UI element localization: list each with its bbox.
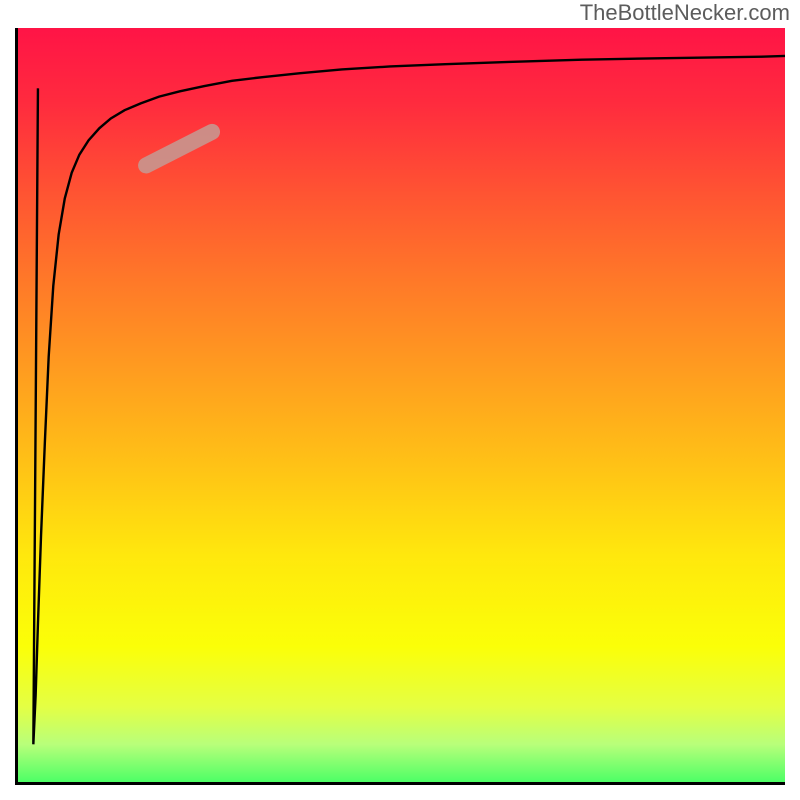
attribution-text: TheBottleNecker.com (580, 0, 790, 26)
x-axis (15, 782, 785, 785)
curve-svg (18, 28, 785, 782)
highlight-marker (146, 132, 212, 166)
chart-container: TheBottleNecker.com (0, 0, 800, 800)
plot-area (15, 28, 785, 785)
